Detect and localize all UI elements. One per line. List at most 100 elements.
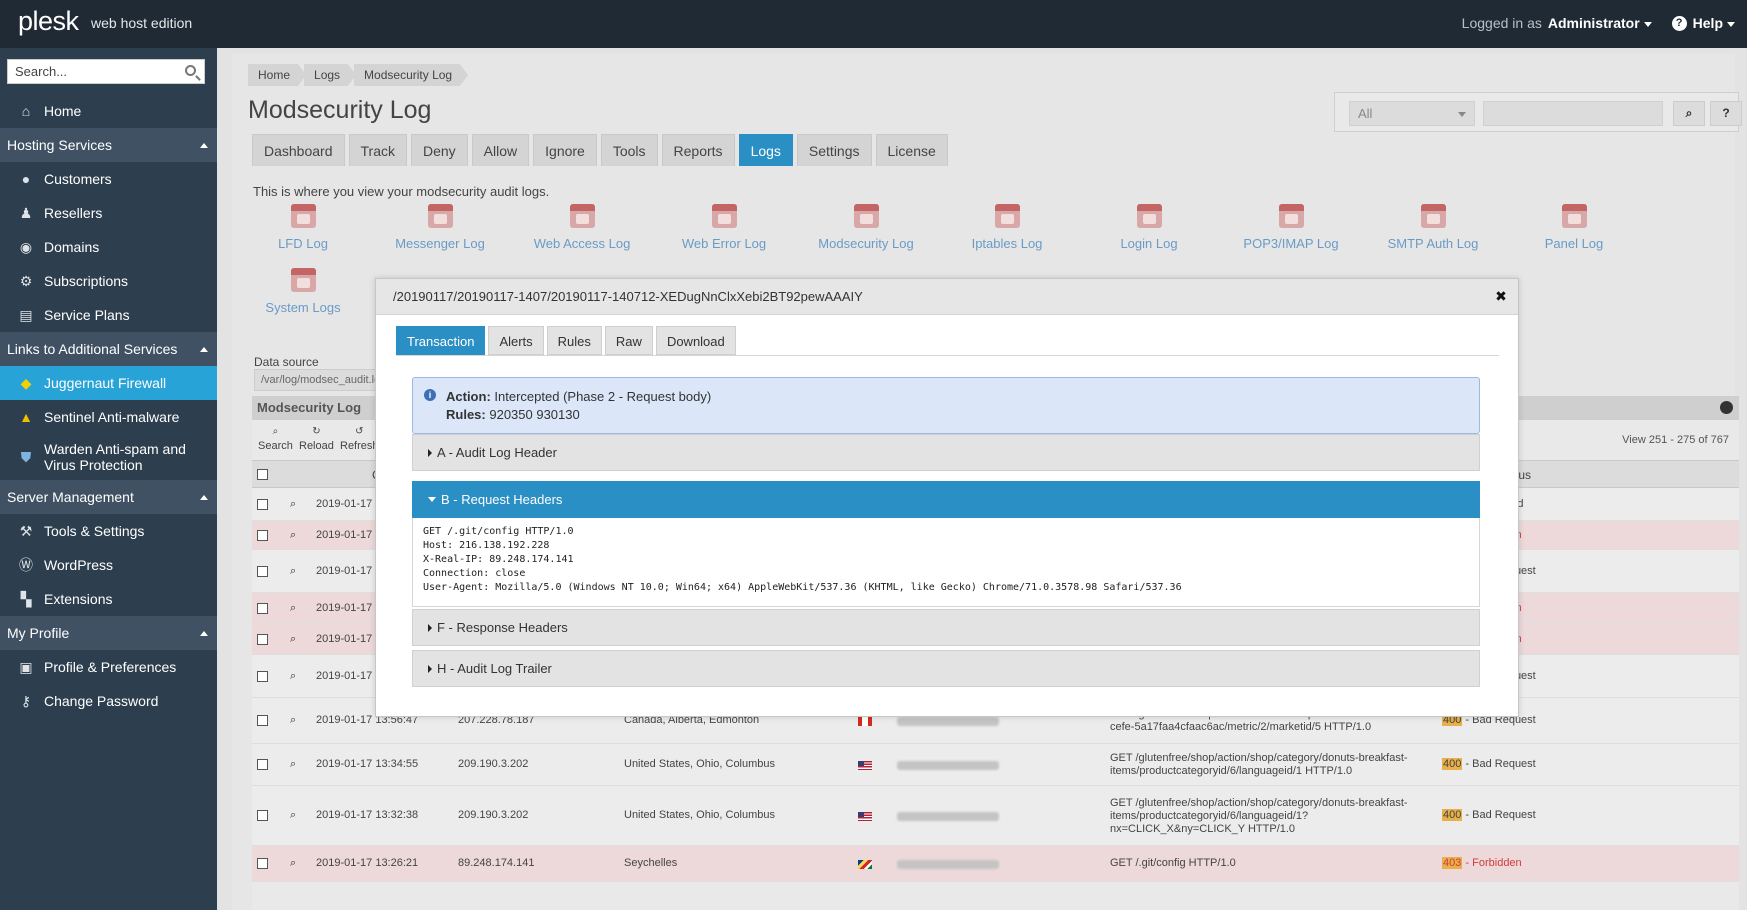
tab-license[interactable]: License — [875, 134, 948, 166]
row-checkbox[interactable] — [257, 603, 268, 614]
request-headers-body: GET /.git/config HTTP/1.0 Host: 216.138.… — [412, 518, 1480, 607]
collapse-icon[interactable] — [1720, 401, 1733, 414]
tab-track[interactable]: Track — [348, 134, 407, 166]
log-link-smtp-auth[interactable]: SMTP Auth Log — [1368, 204, 1498, 251]
flag-icon — [858, 812, 872, 821]
tab-transaction[interactable]: Transaction — [396, 326, 486, 355]
tab-reports[interactable]: Reports — [661, 134, 735, 166]
search-input[interactable] — [8, 60, 173, 83]
sidebar-item-tools-settings[interactable]: ⚒ Tools & Settings — [0, 514, 217, 548]
log-link-messenger[interactable]: Messenger Log — [375, 204, 505, 251]
row-checkbox[interactable] — [257, 634, 268, 645]
select-all-checkbox[interactable] — [257, 469, 268, 480]
user-menu[interactable]: Administrator — [1548, 15, 1652, 31]
logged-in-label: Logged in as — [1461, 15, 1542, 31]
row-ip: 89.248.174.141 — [458, 857, 535, 869]
breadcrumb-home[interactable]: Home — [248, 64, 307, 86]
tab-alerts[interactable]: Alerts — [488, 326, 544, 355]
sidebar-item-wordpress[interactable]: Ⓦ WordPress — [0, 548, 217, 582]
tab-download[interactable]: Download — [655, 326, 736, 355]
help-menu[interactable]: Help — [1693, 15, 1735, 31]
log-link-lfd[interactable]: LFD Log — [238, 204, 368, 251]
row-checkbox[interactable] — [257, 671, 268, 682]
sidebar-item-customers[interactable]: ● Customers — [0, 162, 217, 196]
tab-logs[interactable]: Logs — [738, 134, 793, 166]
sidebar-item-subscriptions[interactable]: ⚙ Subscriptions — [0, 264, 217, 298]
tools-icon: ⚒ — [19, 522, 33, 539]
sidebar-item-profile[interactable]: ▣ Profile & Preferences — [0, 650, 217, 684]
section-server-management[interactable]: Server Management — [0, 480, 217, 514]
section-response-headers[interactable]: F - Response Headers — [412, 609, 1480, 646]
sidebar-item-change-password[interactable]: ⚷ Change Password — [0, 684, 217, 718]
tab-allow[interactable]: Allow — [471, 134, 530, 166]
grid-refresh-button[interactable]: ↺ Refresh — [340, 426, 379, 452]
sidebar-item-label: Subscriptions — [44, 273, 129, 289]
table-row[interactable]: ⌕ 2019-01-17 13:34:55 209.190.3.202 United … — [252, 744, 1739, 786]
magnify-icon[interactable]: ⌕ — [290, 670, 296, 683]
grid-reload-button[interactable]: ↻ Reload — [299, 426, 334, 452]
row-checkbox[interactable] — [257, 566, 268, 577]
sidebar-item-home[interactable]: ⌂ Home — [0, 94, 217, 128]
section-my-profile[interactable]: My Profile — [0, 616, 217, 650]
log-link-modsecurity[interactable]: Modsecurity Log — [801, 204, 931, 251]
breadcrumb-logs[interactable]: Logs — [304, 64, 357, 86]
row-checkbox[interactable] — [257, 810, 268, 821]
table-row[interactable]: ⌕ 2019-01-17 13:32:38 209.190.3.202 United … — [252, 786, 1739, 846]
sidebar-item-juggernaut-firewall[interactable]: ◆ Juggernaut Firewall — [0, 366, 217, 400]
section-request-headers[interactable]: B - Request Headers — [412, 481, 1480, 518]
row-checkbox[interactable] — [257, 499, 268, 510]
log-link-pop3-imap[interactable]: POP3/IMAP Log — [1226, 204, 1356, 251]
filter-help-button[interactable]: ? — [1710, 101, 1742, 126]
magnify-icon[interactable]: ⌕ — [290, 714, 296, 727]
log-link-login[interactable]: Login Log — [1084, 204, 1214, 251]
status-text: - Bad Request — [1462, 809, 1536, 821]
magnify-icon[interactable]: ⌕ — [290, 633, 296, 646]
sidebar-item-domains[interactable]: ◉ Domains — [0, 230, 217, 264]
sidebar-item-extensions[interactable]: ▚ Extensions — [0, 582, 217, 616]
row-checkbox[interactable] — [257, 858, 268, 869]
sidebar-item-sentinel[interactable]: ▲ Sentinel Anti-malware — [0, 400, 217, 434]
user-area: Logged in as Administrator ? Help — [1462, 15, 1735, 31]
row-checkbox[interactable] — [257, 530, 268, 541]
magnify-icon[interactable]: ⌕ — [290, 857, 296, 870]
log-link-panel[interactable]: Panel Log — [1509, 204, 1639, 251]
sidebar-item-resellers[interactable]: ♟ Resellers — [0, 196, 217, 230]
tab-deny[interactable]: Deny — [410, 134, 468, 166]
magnify-icon[interactable]: ⌕ — [290, 809, 296, 822]
search-icon: ⌕ — [272, 426, 279, 437]
log-link-web-access[interactable]: Web Access Log — [517, 204, 647, 251]
magnify-icon[interactable]: ⌕ — [290, 602, 296, 615]
tab-raw[interactable]: Raw — [604, 326, 653, 355]
log-link-iptables[interactable]: Iptables Log — [942, 204, 1072, 251]
calendar-icon — [1420, 204, 1446, 228]
log-link-web-error[interactable]: Web Error Log — [659, 204, 789, 251]
sidebar-item-service-plans[interactable]: ▤ Service Plans — [0, 298, 217, 332]
magnify-icon[interactable]: ⌕ — [290, 498, 296, 511]
tab-settings[interactable]: Settings — [796, 134, 872, 166]
search-icon[interactable] — [185, 65, 196, 76]
section-hosting-services[interactable]: Hosting Services — [0, 128, 217, 162]
row-checkbox[interactable] — [257, 715, 268, 726]
filter-input[interactable] — [1483, 101, 1663, 126]
row-checkbox[interactable] — [257, 759, 268, 770]
grid-search-button[interactable]: ⌕ Search — [258, 426, 293, 452]
magnify-icon[interactable]: ⌕ — [290, 529, 296, 542]
sidebar-item-warden[interactable]: ⛊ Warden Anti-spam and Virus Protection — [0, 434, 217, 480]
filter-select[interactable]: All — [1349, 101, 1475, 126]
section-links-additional[interactable]: Links to Additional Services — [0, 332, 217, 366]
filter-search-button[interactable]: ⌕ — [1673, 101, 1705, 126]
plesk-logo[interactable]: plesk — [18, 6, 79, 37]
close-icon[interactable]: ✖ — [1493, 288, 1509, 304]
sidebar-item-label: Resellers — [44, 205, 103, 221]
tab-ignore[interactable]: Ignore — [533, 134, 597, 166]
magnify-icon[interactable]: ⌕ — [290, 758, 296, 771]
tab-rules[interactable]: Rules — [546, 326, 602, 355]
data-source-select[interactable]: /var/log/modsec_audit.lo — [254, 369, 384, 391]
section-audit-log-trailer[interactable]: H - Audit Log Trailer — [412, 650, 1480, 687]
tab-tools[interactable]: Tools — [600, 134, 658, 166]
log-link-system[interactable]: System Logs — [238, 268, 368, 315]
section-audit-log-header[interactable]: A - Audit Log Header — [412, 434, 1480, 471]
magnify-icon[interactable]: ⌕ — [290, 565, 296, 578]
table-row[interactable]: ⌕ 2019-01-17 13:26:21 89.248.174.141 Seyche… — [252, 846, 1739, 882]
tab-dashboard[interactable]: Dashboard — [252, 134, 345, 166]
